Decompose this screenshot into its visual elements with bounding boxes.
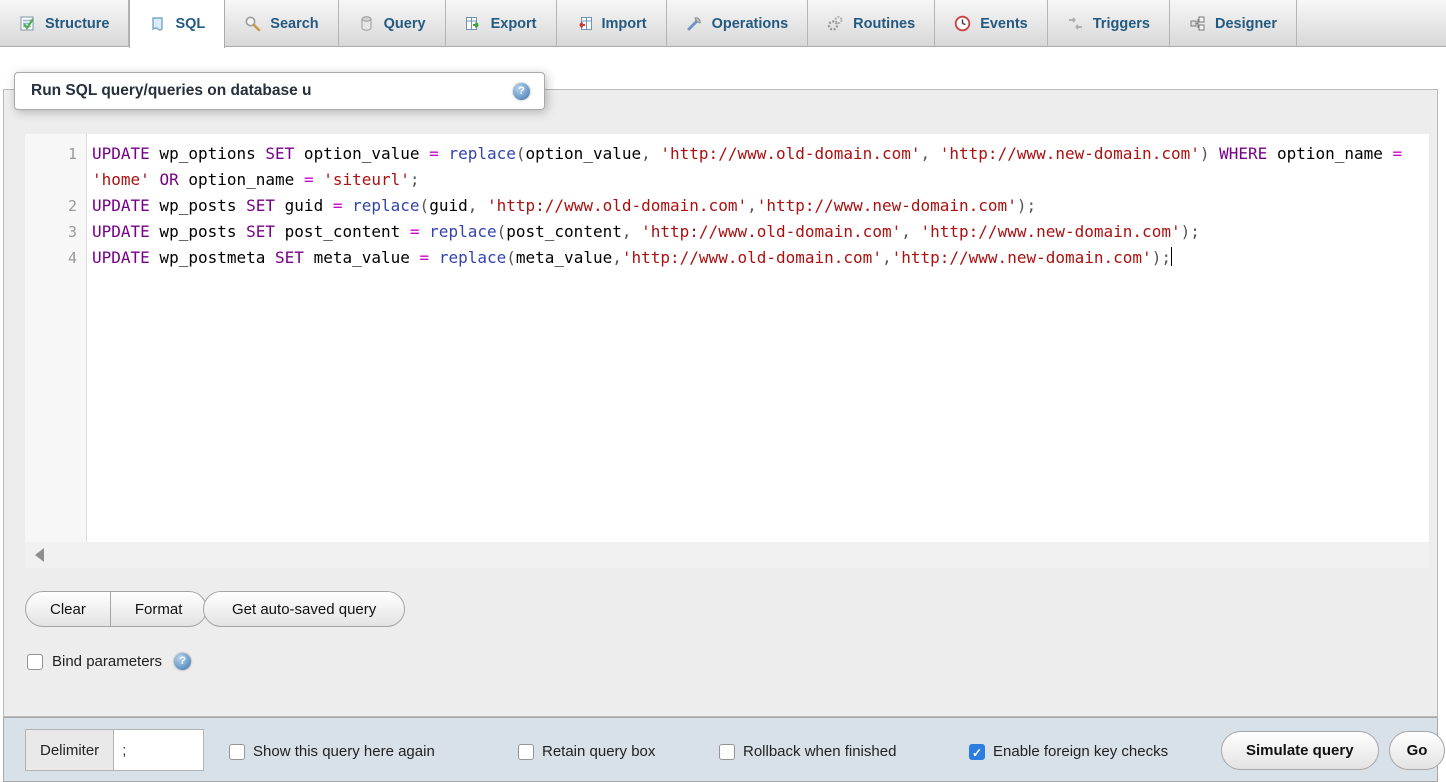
query-panel-header: Run SQL query/queries on database u ? bbox=[14, 72, 545, 110]
sql-form-panel: 1UPDATE wp_options SET option_value = re… bbox=[3, 89, 1438, 717]
operations-icon bbox=[686, 15, 703, 32]
retain-query-box-checkbox[interactable] bbox=[518, 744, 534, 760]
enable-foreign-key-checks-checkbox[interactable]: ✓ bbox=[969, 744, 985, 760]
sql-icon bbox=[149, 16, 166, 33]
tab-label: Triggers bbox=[1093, 16, 1150, 32]
tab-label: Designer bbox=[1215, 16, 1277, 32]
tab-label: Import bbox=[602, 16, 647, 32]
sql-code: 1UPDATE wp_options SET option_value = re… bbox=[25, 141, 1429, 271]
option-retain-query-box: Retain query box bbox=[518, 743, 655, 760]
tab-query[interactable]: Query bbox=[339, 0, 446, 47]
show-query-again-label: Show this query here again bbox=[253, 743, 435, 760]
bind-parameters-checkbox[interactable] bbox=[27, 654, 43, 670]
tab-label: SQL bbox=[175, 16, 205, 32]
rollback-when-finished-label: Rollback when finished bbox=[743, 743, 896, 760]
scroll-left-arrow-icon[interactable] bbox=[35, 548, 44, 562]
tab-label: Structure bbox=[45, 16, 109, 32]
tab-events[interactable]: Events bbox=[935, 0, 1048, 47]
query-options-footer: Delimiter Simulate query Go Show this qu… bbox=[3, 717, 1438, 782]
bind-parameters-label: Bind parameters bbox=[52, 653, 162, 670]
help-icon[interactable]: ? bbox=[174, 653, 191, 670]
help-icon[interactable]: ? bbox=[513, 83, 530, 100]
format-button[interactable]: Format bbox=[110, 592, 207, 626]
code-line: 2UPDATE wp_posts SET guid = replace(guid… bbox=[25, 193, 1429, 219]
structure-icon bbox=[19, 15, 36, 32]
bind-parameters-row: Bind parameters ? bbox=[27, 653, 191, 670]
code-line: 3UPDATE wp_posts SET post_content = repl… bbox=[25, 219, 1429, 245]
tab-routines[interactable]: Routines bbox=[808, 0, 935, 47]
delimiter-group: Delimiter bbox=[25, 729, 204, 771]
tab-label: Routines bbox=[853, 16, 915, 32]
query-icon bbox=[358, 15, 375, 32]
retain-query-box-label: Retain query box bbox=[542, 743, 655, 760]
tab-label: Query bbox=[384, 16, 426, 32]
code-line: 'home' OR option_name = 'siteurl'; bbox=[25, 167, 1429, 193]
clear-button[interactable]: Clear bbox=[26, 592, 110, 626]
get-autosaved-query-button[interactable]: Get auto-saved query bbox=[203, 591, 405, 627]
code-line: 4UPDATE wp_postmeta SET meta_value = rep… bbox=[25, 245, 1429, 271]
line-number: 1 bbox=[25, 141, 87, 167]
code-line: 1UPDATE wp_options SET option_value = re… bbox=[25, 141, 1429, 167]
option-show-query-again: Show this query here again bbox=[229, 743, 435, 760]
tab-export[interactable]: Export bbox=[446, 0, 557, 47]
tab-triggers[interactable]: Triggers bbox=[1048, 0, 1170, 47]
delimiter-input[interactable] bbox=[114, 729, 204, 771]
option-rollback-when-finished: Rollback when finished bbox=[719, 743, 896, 760]
simulate-query-button[interactable]: Simulate query bbox=[1221, 731, 1379, 770]
export-icon bbox=[465, 15, 482, 32]
tab-search[interactable]: Search bbox=[225, 0, 338, 47]
line-number: 3 bbox=[25, 219, 87, 245]
tab-label: Events bbox=[980, 16, 1028, 32]
search-icon bbox=[244, 15, 261, 32]
tab-import[interactable]: Import bbox=[557, 0, 667, 47]
rollback-when-finished-checkbox[interactable] bbox=[719, 744, 735, 760]
routines-icon bbox=[827, 15, 844, 32]
import-icon bbox=[576, 15, 593, 32]
editor-horizontal-scrollbar[interactable] bbox=[25, 542, 1429, 568]
page-title: Run SQL query/queries on database u bbox=[31, 82, 513, 100]
events-icon bbox=[954, 15, 971, 32]
tab-label: Search bbox=[270, 16, 318, 32]
go-button[interactable]: Go bbox=[1389, 731, 1445, 770]
sql-editor[interactable]: 1UPDATE wp_options SET option_value = re… bbox=[25, 134, 1429, 542]
tab-sql[interactable]: SQL bbox=[129, 0, 225, 48]
tab-structure[interactable]: Structure bbox=[0, 0, 129, 47]
option-enable-foreign-key-checks: ✓ Enable foreign key checks bbox=[969, 743, 1168, 760]
line-number bbox=[25, 167, 87, 193]
tab-bar: Structure SQL Search Query Export Import Opera… bbox=[0, 0, 1446, 47]
triggers-icon bbox=[1067, 15, 1084, 32]
designer-icon bbox=[1189, 15, 1206, 32]
tab-label: Operations bbox=[712, 16, 789, 32]
line-number: 4 bbox=[25, 245, 87, 271]
text-cursor bbox=[1171, 247, 1173, 266]
tab-designer[interactable]: Designer bbox=[1170, 0, 1297, 47]
enable-foreign-key-checks-label: Enable foreign key checks bbox=[993, 743, 1168, 760]
tab-label: Export bbox=[491, 16, 537, 32]
delimiter-label: Delimiter bbox=[25, 729, 114, 771]
line-number: 2 bbox=[25, 193, 87, 219]
show-query-again-checkbox[interactable] bbox=[229, 744, 245, 760]
tab-operations[interactable]: Operations bbox=[667, 0, 809, 47]
editor-button-group: Clear Format bbox=[25, 591, 207, 627]
